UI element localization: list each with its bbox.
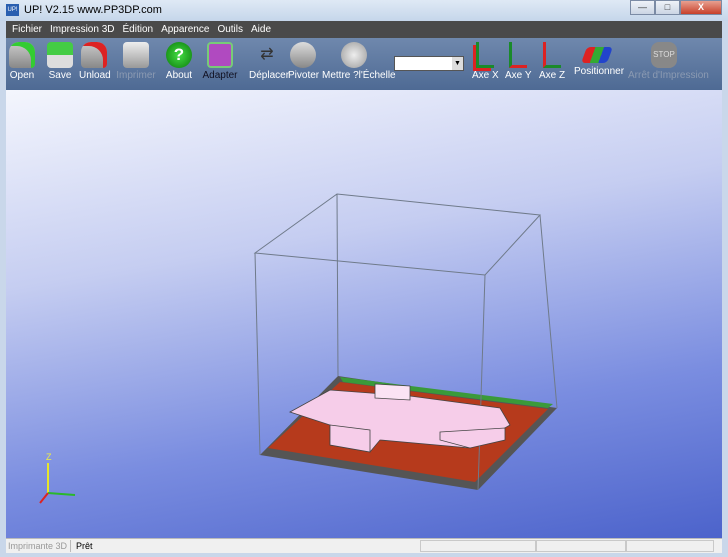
open-icon — [9, 42, 35, 68]
stop-icon: STOP — [651, 42, 677, 68]
about-button[interactable]: ? About — [164, 38, 194, 90]
minimize-button[interactable]: — — [630, 0, 655, 15]
cube-icon — [207, 42, 233, 68]
save-button[interactable]: Save — [44, 38, 76, 90]
open-button[interactable]: Open — [8, 38, 36, 90]
menu-fichier[interactable]: Fichier — [10, 21, 48, 38]
scale-icon — [341, 42, 367, 68]
status-panel — [420, 540, 536, 552]
rotate-button[interactable]: Pivoter — [288, 38, 319, 90]
place-icon — [581, 47, 613, 63]
close-button[interactable]: X — [680, 0, 722, 15]
axis-y-icon — [509, 42, 527, 68]
title-bar: UP! UP! V2.15 www.PP3DP.com — □ X — [0, 0, 728, 21]
status-printer: Imprimante 3D — [8, 540, 72, 552]
toolbar: Open Save Unload Imprimer ? About Adapter… — [6, 38, 722, 90]
status-panel — [626, 540, 714, 552]
menu-outils[interactable]: Outils — [215, 21, 249, 38]
menu-bar: Fichier Impression 3D Édition Apparence … — [6, 21, 722, 38]
axis-z-button[interactable]: Axe Z — [539, 38, 565, 90]
menu-edition[interactable]: Édition — [120, 21, 159, 38]
maximize-button[interactable]: □ — [655, 0, 680, 15]
y-axis-line — [47, 492, 76, 496]
window-title: UP! V2.15 www.PP3DP.com — [24, 4, 162, 16]
help-icon: ? — [166, 42, 192, 68]
printer-icon — [123, 42, 149, 68]
menu-impression-3d[interactable]: Impression 3D — [48, 21, 120, 38]
status-panel — [536, 540, 626, 552]
scale-combo[interactable]: ▼ — [394, 56, 464, 71]
z-axis-label: Z — [46, 452, 52, 462]
rotate-icon — [290, 42, 316, 68]
print-button[interactable]: Imprimer — [116, 38, 156, 90]
menu-apparence[interactable]: Apparence — [159, 21, 215, 38]
axis-indicator — [39, 463, 76, 504]
chevron-down-icon[interactable]: ▼ — [452, 57, 463, 70]
3d-viewport[interactable]: Z — [6, 90, 722, 538]
stop-print-button[interactable]: STOP Arrêt d'Impression — [628, 38, 709, 90]
status-bar: Imprimante 3D Prêt — [6, 538, 722, 553]
move-arrows-icon: ⇄ — [260, 46, 274, 63]
fit-button[interactable]: Adapter — [200, 38, 240, 90]
app-icon: UP! — [6, 4, 19, 16]
axis-z-icon — [543, 42, 561, 68]
move-button[interactable]: ⇄ Déplacer — [249, 38, 289, 90]
axis-x-button[interactable]: Axe X — [472, 38, 499, 90]
menu-aide[interactable]: Aide — [249, 21, 277, 38]
unload-icon — [81, 42, 107, 68]
scale-button[interactable]: Mettre ?l'Échelle — [322, 38, 396, 90]
unload-button[interactable]: Unload — [79, 38, 111, 90]
scene — [39, 193, 558, 504]
x-axis-line — [39, 492, 49, 504]
axis-y-button[interactable]: Axe Y — [505, 38, 532, 90]
save-icon — [47, 42, 73, 68]
status-state: Prêt — [76, 541, 93, 551]
axis-x-icon — [476, 42, 494, 68]
place-button[interactable]: Positionner — [574, 38, 624, 90]
